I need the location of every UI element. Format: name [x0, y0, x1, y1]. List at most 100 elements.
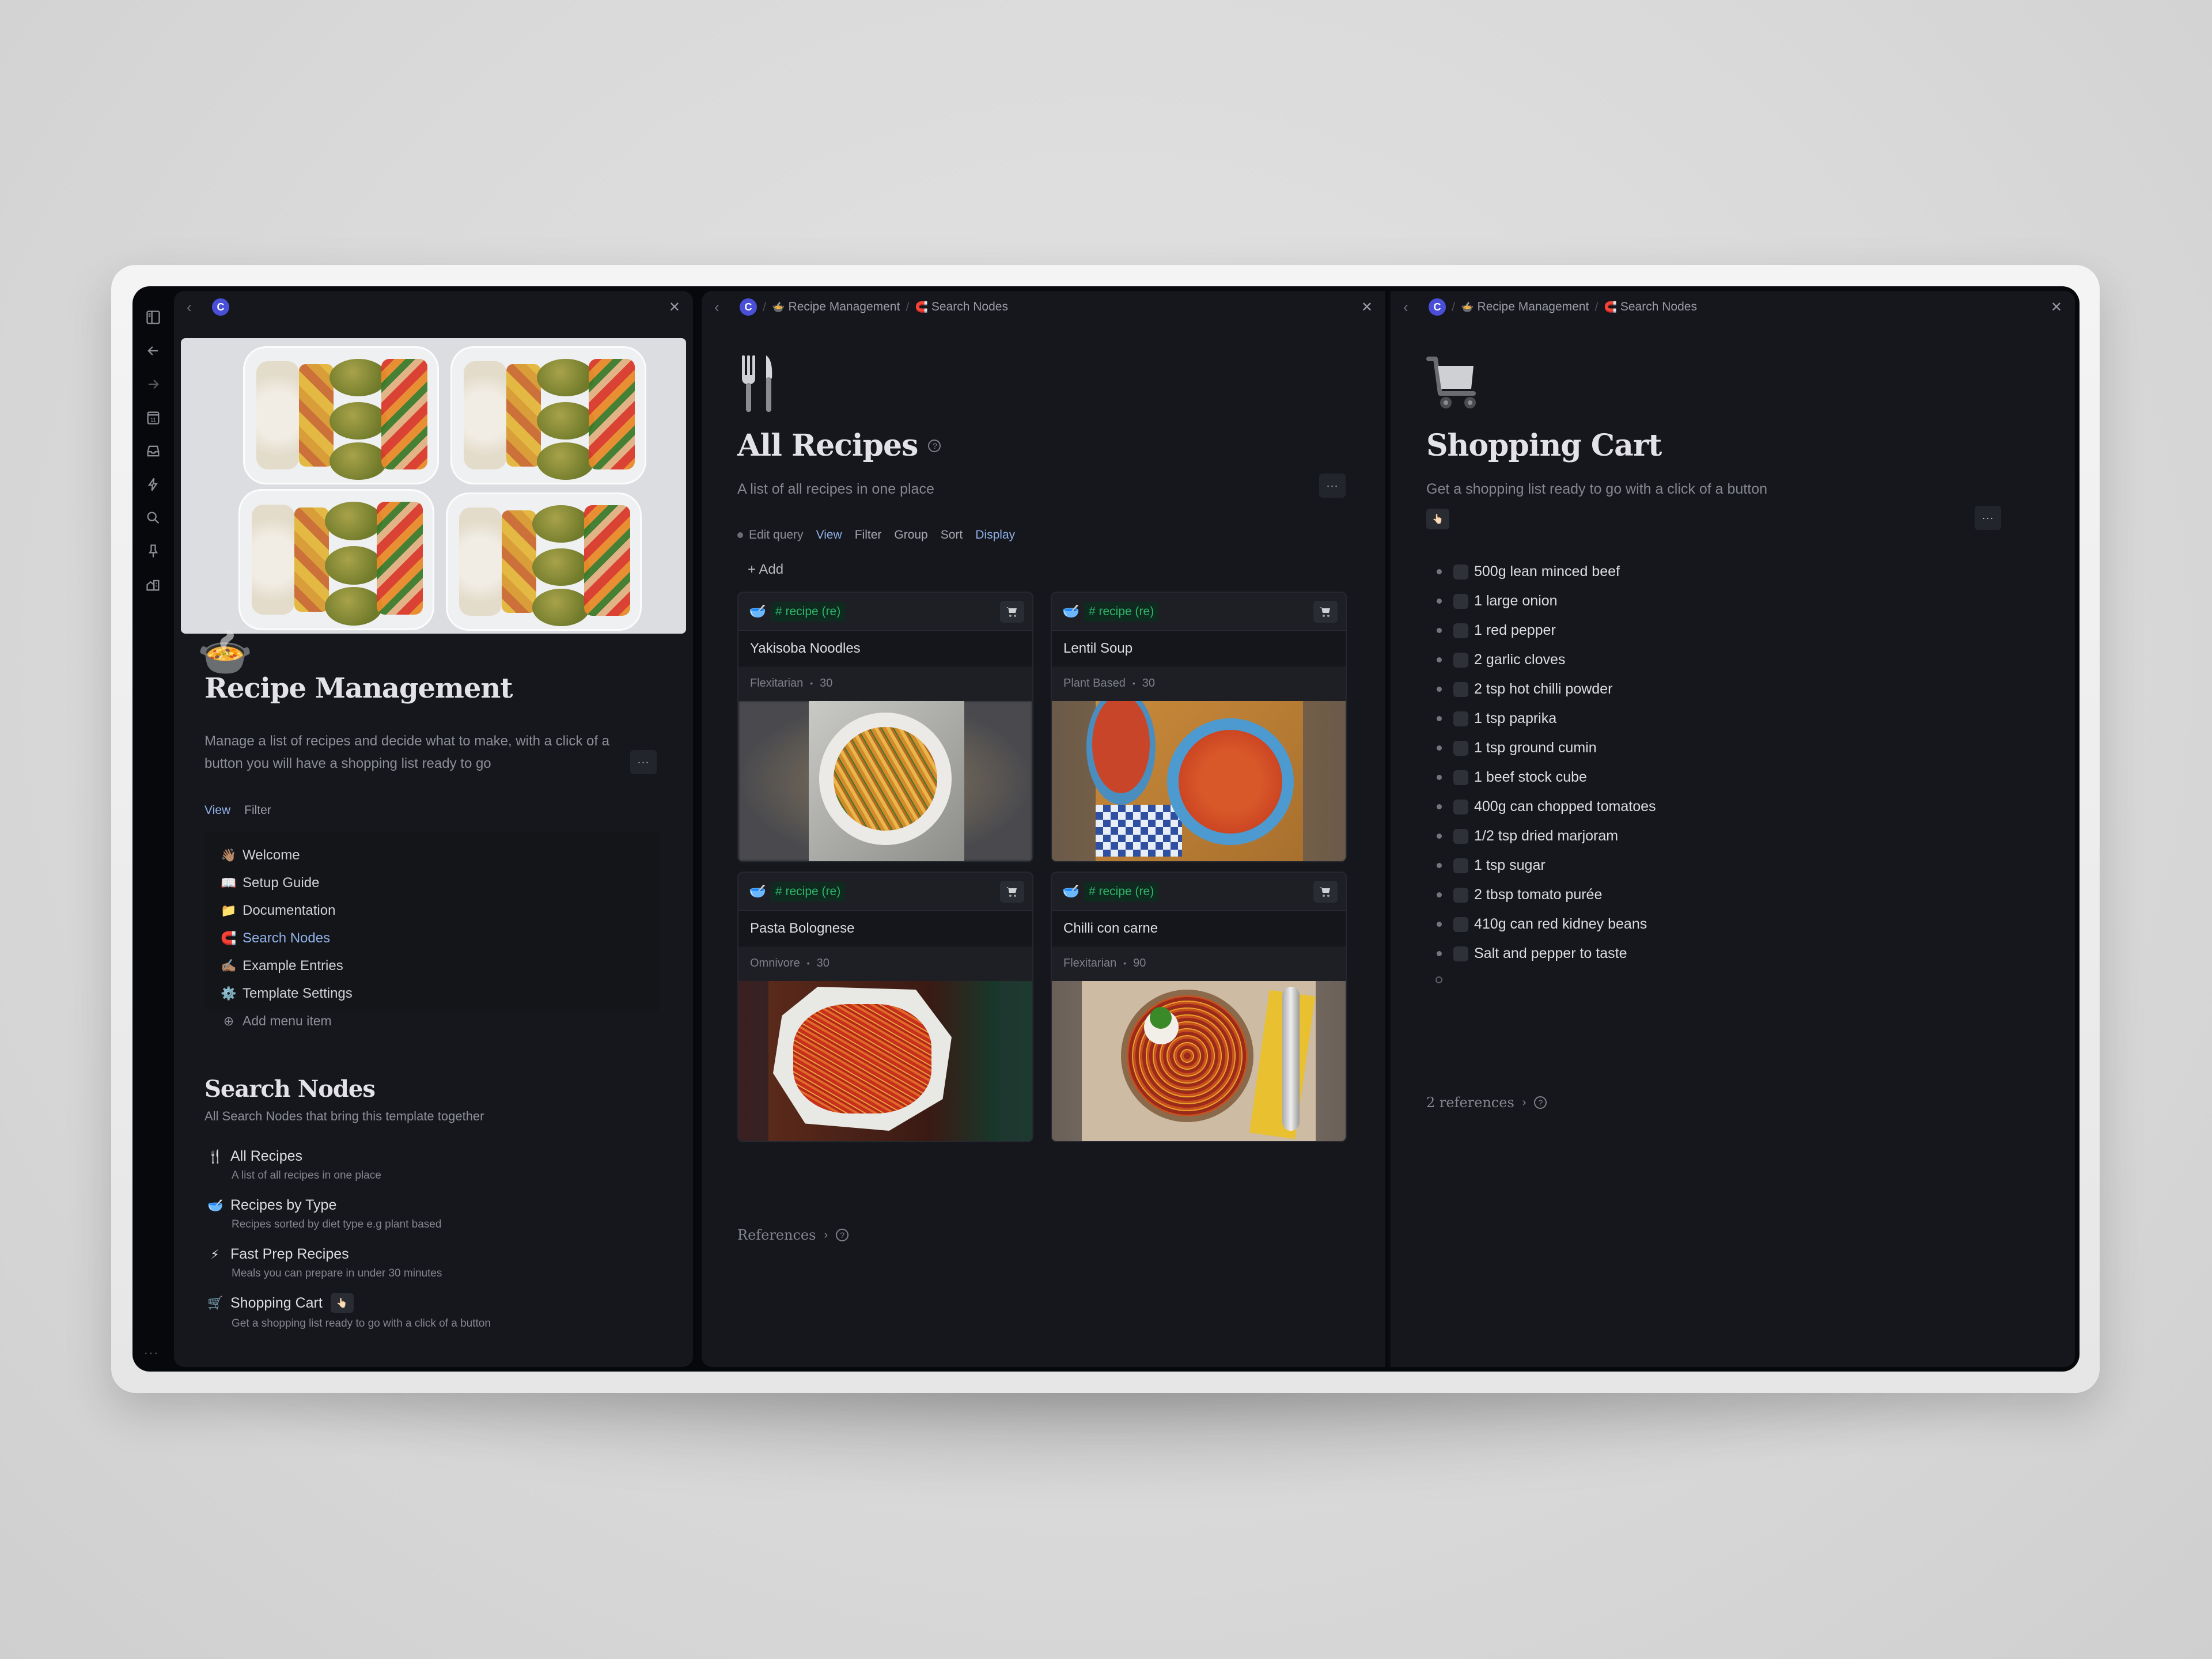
search-icon[interactable]: [143, 507, 164, 528]
bullet-icon[interactable]: [1437, 687, 1442, 692]
forward-arrow-icon[interactable]: [143, 374, 164, 395]
rail-more-icon[interactable]: ···: [144, 1347, 159, 1360]
add-to-cart-button[interactable]: [1313, 600, 1338, 623]
bullet-icon[interactable]: [1437, 657, 1442, 662]
more-options-button[interactable]: ···: [1319, 474, 1346, 498]
workspace-badge[interactable]: C: [1429, 298, 1446, 316]
search-node-label[interactable]: Shopping Cart: [230, 1295, 323, 1312]
back-chevron-icon[interactable]: ‹: [714, 298, 732, 316]
inbox-icon[interactable]: [143, 441, 164, 461]
sidebar-toggle-icon[interactable]: [143, 307, 164, 328]
group-button[interactable]: Group: [894, 528, 927, 542]
search-node-recipes-by-type[interactable]: 🥣 Recipes by Type Recipes sorted by diet …: [207, 1197, 441, 1231]
search-node-label[interactable]: Fast Prep Recipes: [230, 1246, 349, 1263]
calendar-icon[interactable]: 11: [143, 407, 164, 428]
recipe-card[interactable]: 🥣 # recipe (re) Chilli con carne Flexitar…: [1051, 872, 1347, 1142]
item-label[interactable]: Salt and pepper to taste: [1474, 945, 1627, 962]
item-checkbox[interactable]: [1453, 916, 1468, 932]
back-arrow-icon[interactable]: [143, 340, 164, 361]
bullet-icon[interactable]: [1437, 745, 1442, 751]
search-node-shopping-cart[interactable]: 🛒 Shopping Cart 👆🏻 Get a shopping list rea…: [207, 1293, 491, 1330]
recipe-tag[interactable]: # recipe (re): [1084, 601, 1159, 622]
bullet-icon[interactable]: [1437, 951, 1442, 956]
tab-view[interactable]: View: [204, 804, 230, 817]
pointing-hand-button[interactable]: 👆🏻: [1426, 509, 1449, 529]
item-label[interactable]: 500g lean minced beef: [1474, 563, 1620, 580]
menu-item-welcome[interactable]: 👋🏽 Welcome: [221, 847, 300, 863]
item-checkbox[interactable]: [1453, 652, 1468, 668]
search-node-all-recipes[interactable]: 🍴 All Recipes A list of all recipes in on…: [207, 1148, 381, 1182]
item-checkbox[interactable]: [1453, 593, 1468, 609]
item-checkbox[interactable]: [1453, 623, 1468, 638]
add-menu-item-button[interactable]: ⊕ Add menu item: [221, 1013, 332, 1029]
view-button[interactable]: View: [816, 528, 842, 542]
recipe-card[interactable]: 🥣 # recipe (re) Yakisoba Noodles Flexitar…: [737, 592, 1033, 862]
item-label[interactable]: 1 large onion: [1474, 593, 1558, 609]
new-item-bullet[interactable]: [1435, 976, 1442, 983]
breadcrumb-search-nodes[interactable]: 🧲 Search Nodes: [915, 300, 1008, 314]
item-checkbox[interactable]: [1453, 799, 1468, 815]
recipe-card[interactable]: 🥣 # recipe (re) Lentil Soup Plant Based • 3…: [1051, 592, 1347, 862]
bullet-icon[interactable]: [1437, 804, 1442, 809]
item-checkbox[interactable]: [1453, 828, 1468, 844]
more-options-button[interactable]: ···: [630, 750, 657, 774]
item-checkbox[interactable]: [1453, 681, 1468, 697]
item-label[interactable]: 1 red pepper: [1474, 622, 1556, 639]
edit-query-button[interactable]: Edit query: [749, 528, 804, 542]
workspace-badge[interactable]: C: [212, 298, 229, 316]
bullet-icon[interactable]: [1437, 716, 1442, 721]
add-button[interactable]: + Add: [748, 562, 783, 578]
item-label[interactable]: 1 tsp paprika: [1474, 710, 1556, 727]
workspace-badge[interactable]: C: [740, 298, 757, 316]
item-checkbox[interactable]: [1453, 564, 1468, 579]
references-toggle[interactable]: 2 references › ?: [1426, 1094, 1547, 1111]
more-options-button[interactable]: ···: [1975, 506, 2001, 530]
bullet-icon[interactable]: [1437, 628, 1442, 633]
menu-item-search-nodes[interactable]: 🧲 Search Nodes: [221, 930, 330, 946]
item-checkbox[interactable]: [1453, 711, 1468, 726]
item-checkbox[interactable]: [1453, 858, 1468, 873]
item-checkbox[interactable]: [1453, 887, 1468, 903]
item-label[interactable]: 1 tsp ground cumin: [1474, 740, 1597, 756]
add-to-cart-button[interactable]: [1000, 880, 1024, 903]
item-label[interactable]: 2 tbsp tomato purée: [1474, 887, 1602, 903]
tab-filter[interactable]: Filter: [244, 804, 271, 817]
menu-item-setup-guide[interactable]: 📖 Setup Guide: [221, 875, 319, 891]
back-chevron-icon[interactable]: ‹: [187, 298, 204, 316]
recipe-tag[interactable]: # recipe (re): [771, 881, 846, 902]
bullet-icon[interactable]: [1437, 863, 1442, 868]
menu-item-documentation[interactable]: 📁 Documentation: [221, 903, 335, 919]
back-chevron-icon[interactable]: ‹: [1403, 298, 1421, 316]
bullet-icon[interactable]: [1437, 775, 1442, 780]
item-label[interactable]: 1 beef stock cube: [1474, 769, 1587, 786]
pointing-hand-button[interactable]: 👆🏻: [330, 1293, 354, 1313]
close-panel-icon[interactable]: ✕: [2051, 299, 2062, 316]
home-icon[interactable]: [143, 574, 164, 595]
recipe-tag[interactable]: # recipe (re): [771, 601, 846, 622]
bullet-icon[interactable]: [1437, 834, 1442, 839]
close-panel-icon[interactable]: ✕: [669, 299, 680, 316]
add-to-cart-button[interactable]: [1000, 600, 1024, 623]
search-node-label[interactable]: Recipes by Type: [230, 1197, 336, 1214]
help-icon[interactable]: ?: [836, 1229, 849, 1241]
help-icon[interactable]: ?: [1534, 1096, 1547, 1109]
bullet-icon[interactable]: [1437, 922, 1442, 927]
item-label[interactable]: 2 tsp hot chilli powder: [1474, 681, 1612, 698]
bullet-icon[interactable]: [1437, 569, 1442, 574]
references-toggle[interactable]: References › ?: [737, 1227, 849, 1243]
breadcrumb-recipe-management[interactable]: 🍲 Recipe Management: [1461, 300, 1589, 314]
item-label[interactable]: 400g can chopped tomatoes: [1474, 798, 1656, 815]
item-checkbox[interactable]: [1453, 946, 1468, 961]
lightning-icon[interactable]: [143, 474, 164, 495]
item-label[interactable]: 410g can red kidney beans: [1474, 916, 1647, 933]
close-panel-icon[interactable]: ✕: [1361, 299, 1373, 316]
item-label[interactable]: 1/2 tsp dried marjoram: [1474, 828, 1618, 844]
display-button[interactable]: Display: [975, 528, 1015, 542]
search-node-fast-prep[interactable]: ⚡ Fast Prep Recipes Meals you can prepare…: [207, 1246, 442, 1280]
menu-item-template-settings[interactable]: ⚙️ Template Settings: [221, 986, 352, 1002]
item-checkbox[interactable]: [1453, 740, 1468, 756]
recipe-tag[interactable]: # recipe (re): [1084, 881, 1159, 902]
breadcrumb-search-nodes[interactable]: 🧲 Search Nodes: [1604, 300, 1697, 314]
item-label[interactable]: 2 garlic cloves: [1474, 652, 1565, 668]
breadcrumb-recipe-management[interactable]: 🍲 Recipe Management: [772, 300, 900, 314]
